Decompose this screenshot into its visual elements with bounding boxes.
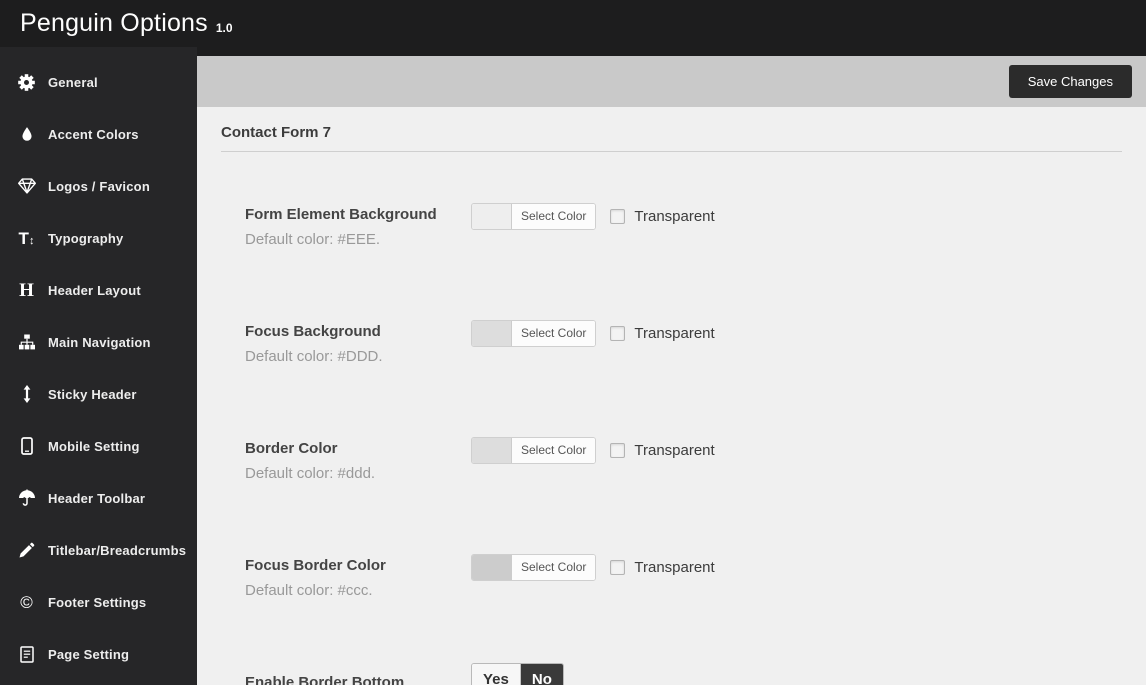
sidebar-item-header-toolbar[interactable]: Header Toolbar bbox=[0, 472, 197, 524]
settings-rows: Form Element Background Default color: #… bbox=[221, 152, 1122, 685]
transparent-label: Transparent bbox=[634, 208, 715, 225]
sidebar-item-label: Logos / Favicon bbox=[48, 178, 150, 194]
sidebar-item-label: Accent Colors bbox=[48, 126, 139, 142]
gem-icon bbox=[13, 176, 40, 196]
color-picker[interactable]: Select Color bbox=[471, 203, 597, 230]
color-swatch bbox=[472, 438, 511, 463]
setting-label: Enable Border Bottom bbox=[245, 674, 405, 685]
sidebar-item-label: Page Setting bbox=[48, 646, 130, 662]
pencil-icon bbox=[13, 540, 40, 560]
transparent-checkbox[interactable] bbox=[610, 209, 626, 224]
select-color-button[interactable]: Select Color bbox=[511, 438, 596, 463]
save-changes-button[interactable]: Save Changes bbox=[1008, 65, 1132, 98]
setting-row-focus-background: Focus Background Default color: #DDD. Se… bbox=[245, 320, 1122, 440]
setting-default-color: Default color: #EEE. bbox=[245, 231, 381, 248]
setting-row-focus-border-color: Focus Border Color Default color: #ccc. … bbox=[245, 554, 1122, 674]
setting-label: Focus Background bbox=[245, 323, 381, 340]
app-title: Penguin Options bbox=[20, 9, 208, 37]
setting-default-color: Default color: #ccc. bbox=[245, 582, 373, 599]
header-h-icon: H bbox=[19, 279, 34, 301]
select-color-button[interactable]: Select Color bbox=[511, 321, 596, 346]
umbrella-icon bbox=[13, 488, 40, 508]
yes-no-toggle: Yes No bbox=[471, 663, 564, 685]
transparent-label: Transparent bbox=[634, 325, 715, 342]
select-color-button[interactable]: Select Color bbox=[511, 555, 596, 580]
transparent-label: Transparent bbox=[634, 559, 715, 576]
setting-row-form-element-background: Form Element Background Default color: #… bbox=[245, 203, 1122, 323]
setting-label: Focus Border Color bbox=[245, 557, 386, 574]
sidebar-item-label: Mobile Setting bbox=[48, 438, 140, 454]
toggle-no-button[interactable]: No bbox=[520, 664, 563, 685]
transparent-checkbox[interactable] bbox=[610, 443, 626, 458]
sidebar: General Accent Colors Logos / Favicon T↕… bbox=[0, 47, 197, 685]
color-picker[interactable]: Select Color bbox=[471, 437, 597, 464]
sidebar-item-label: General bbox=[48, 74, 98, 90]
app-header: Penguin Options 1.0 bbox=[0, 0, 1146, 47]
text-height-icon: T↕ bbox=[18, 228, 35, 248]
sidebar-item-label: Typography bbox=[48, 230, 124, 246]
color-swatch bbox=[472, 555, 511, 580]
setting-label: Border Color bbox=[245, 440, 338, 457]
sidebar-item-logos-favicon[interactable]: Logos / Favicon bbox=[0, 160, 197, 212]
sidebar-item-titlebar-breadcrumbs[interactable]: Titlebar/Breadcrumbs bbox=[0, 524, 197, 576]
section-title: Contact Form 7 bbox=[221, 107, 1122, 152]
mobile-icon bbox=[13, 436, 40, 456]
sidebar-item-general[interactable]: General bbox=[0, 56, 197, 108]
transparent-checkbox[interactable] bbox=[610, 560, 626, 575]
color-picker[interactable]: Select Color bbox=[471, 320, 597, 347]
sidebar-item-page-setting[interactable]: Page Setting bbox=[0, 628, 197, 680]
color-swatch bbox=[472, 321, 511, 346]
toggle-yes-button[interactable]: Yes bbox=[472, 664, 521, 685]
sidebar-item-label: Main Navigation bbox=[48, 334, 151, 350]
sidebar-item-label: Footer Settings bbox=[48, 594, 147, 610]
sidebar-item-label: Sticky Header bbox=[48, 386, 137, 402]
setting-default-color: Default color: #ddd. bbox=[245, 465, 376, 482]
setting-row-enable-border-bottom: Enable Border Bottom Yes No bbox=[245, 663, 1122, 685]
sidebar-item-sticky-header[interactable]: Sticky Header bbox=[0, 368, 197, 420]
setting-default-color: Default color: #DDD. bbox=[245, 348, 383, 365]
app-version: 1.0 bbox=[215, 21, 233, 35]
main-panel: Save Changes Contact Form 7 Form Element… bbox=[197, 47, 1146, 685]
sidebar-item-main-navigation[interactable]: Main Navigation bbox=[0, 316, 197, 368]
select-color-button[interactable]: Select Color bbox=[511, 204, 596, 229]
droplet-icon bbox=[13, 124, 40, 144]
sidebar-item-label: Header Toolbar bbox=[48, 490, 146, 506]
sidebar-item-header-layout[interactable]: H Header Layout bbox=[0, 264, 197, 316]
sidebar-item-footer-settings[interactable]: © Footer Settings bbox=[0, 576, 197, 628]
copyright-icon: © bbox=[20, 592, 33, 612]
document-icon bbox=[13, 644, 40, 664]
color-picker[interactable]: Select Color bbox=[471, 554, 597, 581]
sidebar-item-label: Titlebar/Breadcrumbs bbox=[48, 542, 187, 558]
gear-icon bbox=[13, 72, 40, 92]
setting-label: Form Element Background bbox=[245, 206, 437, 223]
sidebar-item-accent-colors[interactable]: Accent Colors bbox=[0, 108, 197, 160]
top-toolbar: Save Changes bbox=[197, 56, 1146, 107]
sidebar-item-label: Header Layout bbox=[48, 282, 141, 298]
transparent-label: Transparent bbox=[634, 442, 715, 459]
sitemap-icon bbox=[13, 332, 40, 352]
sidebar-item-typography[interactable]: T↕ Typography bbox=[0, 212, 197, 264]
color-swatch bbox=[472, 204, 511, 229]
transparent-checkbox[interactable] bbox=[610, 326, 626, 341]
sidebar-item-mobile-setting[interactable]: Mobile Setting bbox=[0, 420, 197, 472]
arrows-vertical-icon bbox=[13, 384, 40, 404]
setting-row-border-color: Border Color Default color: #ddd. Select… bbox=[245, 437, 1122, 557]
settings-content: Contact Form 7 Form Element Background D… bbox=[197, 107, 1146, 685]
